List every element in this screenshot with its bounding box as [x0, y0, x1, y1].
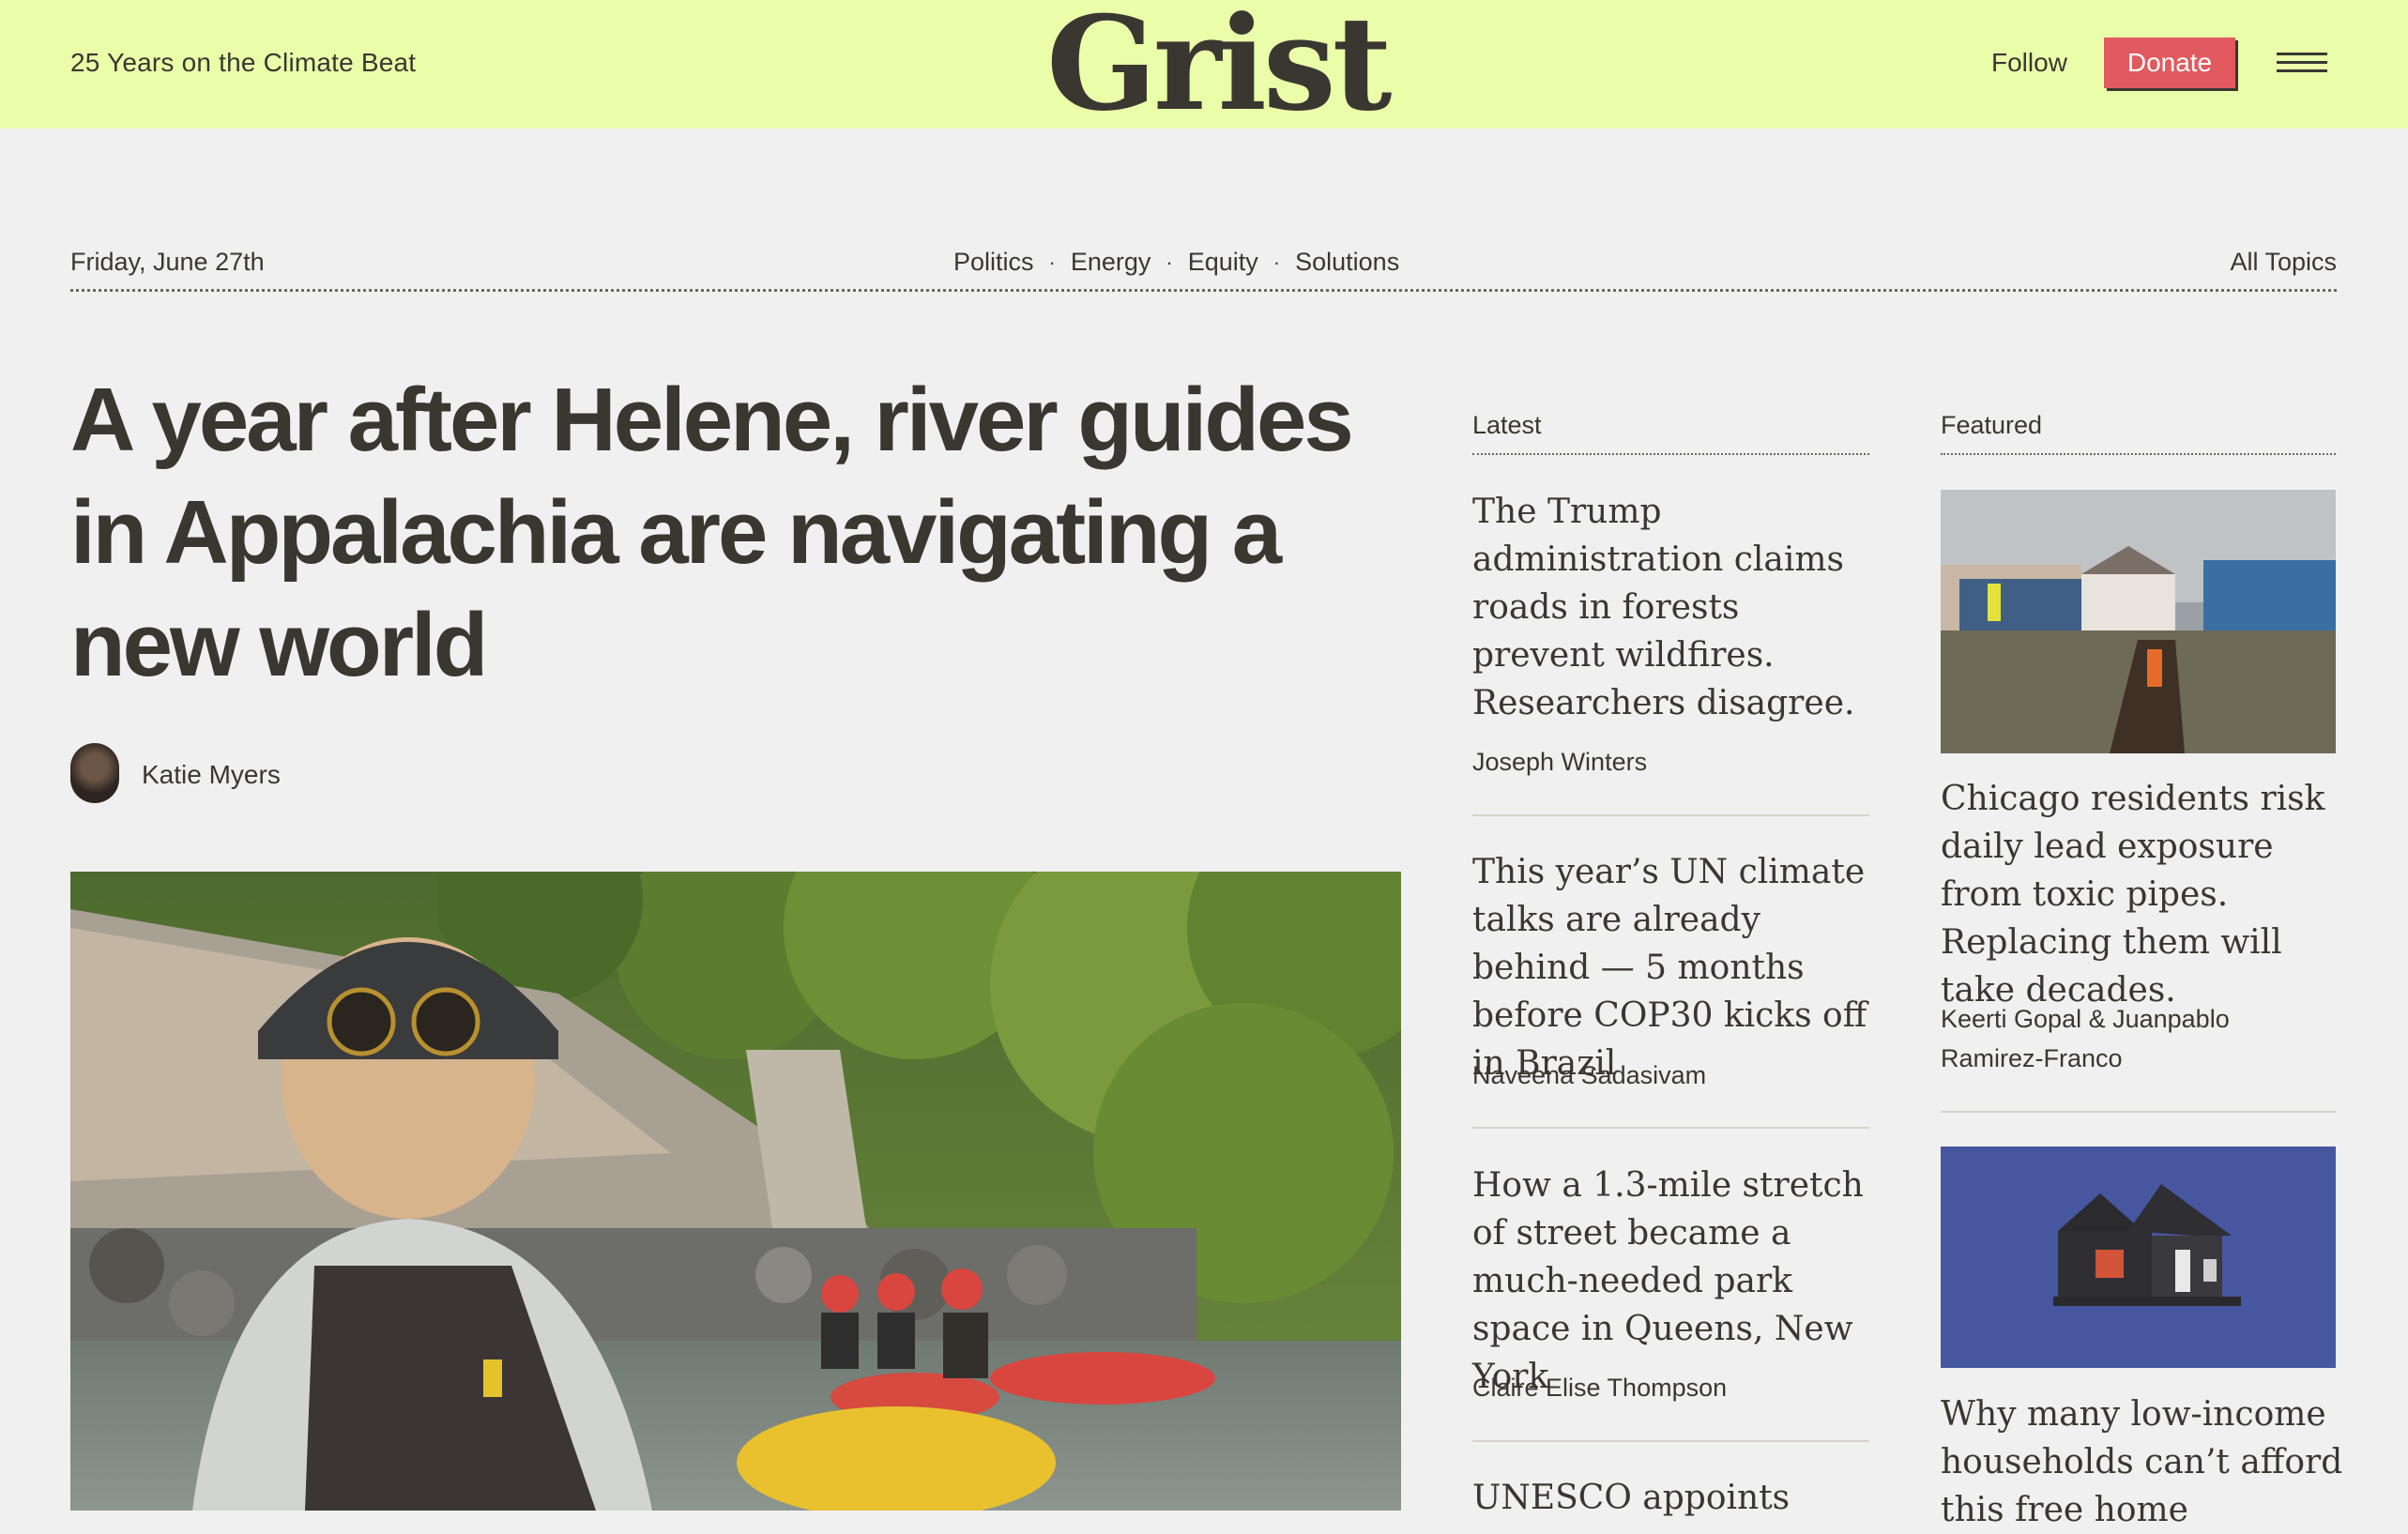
featured-image-lead-pipe-work[interactable] — [1941, 490, 2336, 753]
site-header: 25 Years on the Climate Beat Grist Follo… — [0, 0, 2408, 129]
hero-image-river-guide[interactable] — [70, 872, 1401, 1511]
featured-story-title[interactable]: Why many low-income households can’t aff… — [1941, 1390, 2344, 1534]
hero-headline[interactable]: A year after Helene, river guides in App… — [70, 364, 1422, 702]
all-topics-link[interactable]: All Topics — [2230, 248, 2337, 277]
featured-image-house-illustration[interactable] — [1941, 1147, 2336, 1368]
topic-separator: · — [1273, 250, 1281, 274]
latest-story-title[interactable]: UNESCO appoints — [1472, 1474, 1876, 1522]
topic-equity[interactable]: Equity — [1188, 248, 1258, 277]
story-divider — [1941, 1111, 2336, 1113]
latest-heading: Latest — [1472, 411, 1542, 439]
featured-heading: Featured — [1941, 411, 2043, 439]
topic-energy[interactable]: Energy — [1071, 248, 1151, 277]
topic-separator: · — [1166, 250, 1173, 274]
latest-story-title[interactable]: This year’s UN climate talks are already… — [1472, 848, 1876, 1087]
topic-separator: · — [1048, 250, 1056, 274]
hero-author-name[interactable]: Katie Myers — [142, 760, 281, 790]
latest-divider — [1472, 453, 1869, 455]
grist-logo[interactable]: Grist — [1046, 0, 1392, 129]
donate-button[interactable]: Donate — [2104, 38, 2235, 88]
topic-politics[interactable]: Politics — [953, 248, 1034, 277]
story-divider — [1472, 814, 1869, 816]
story-divider — [1472, 1440, 1869, 1442]
nav-divider — [70, 289, 2337, 292]
latest-story-author[interactable]: Joseph Winters — [1472, 742, 1647, 782]
featured-story-author[interactable]: Keerti Gopal & Juanpablo Ramirez-Franco — [1941, 999, 2336, 1078]
story-divider — [1472, 1127, 1869, 1129]
latest-story-title[interactable]: How a 1.3-mile stretch of street became … — [1472, 1162, 1876, 1401]
topic-nav: Politics · Energy · Equity · Solutions — [953, 248, 1399, 277]
featured-story-title[interactable]: Chicago residents risk daily lead exposu… — [1941, 775, 2344, 1014]
latest-story-title[interactable]: The Trump administration claims roads in… — [1472, 488, 1876, 727]
featured-divider — [1941, 453, 2336, 455]
author-avatar[interactable] — [70, 743, 119, 803]
current-date: Friday, June 27th — [70, 248, 265, 276]
follow-link[interactable]: Follow — [1991, 48, 2067, 78]
hamburger-menu-icon[interactable] — [2277, 53, 2327, 75]
topic-solutions[interactable]: Solutions — [1295, 248, 1399, 277]
site-tagline[interactable]: 25 Years on the Climate Beat — [70, 48, 416, 78]
latest-story-author[interactable]: Claire Elise Thompson — [1472, 1368, 1727, 1407]
latest-story-author[interactable]: Naveena Sadasivam — [1472, 1056, 1706, 1095]
